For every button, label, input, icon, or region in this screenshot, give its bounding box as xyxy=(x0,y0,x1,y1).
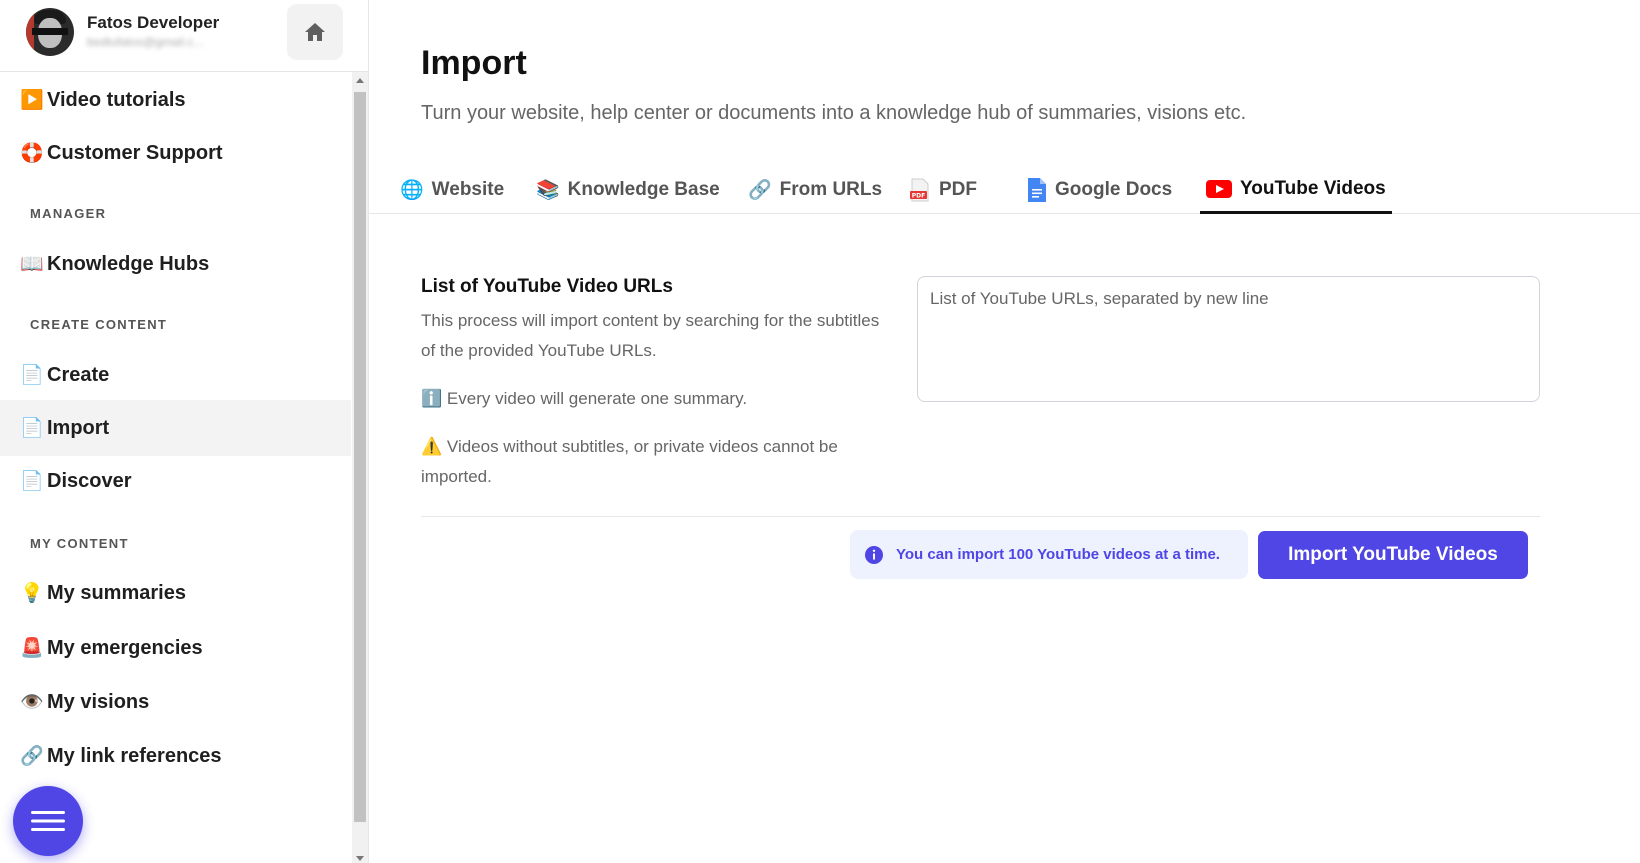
lightbulb-icon: 💡 xyxy=(20,583,44,604)
avatar[interactable] xyxy=(26,8,74,56)
sidebar-item-my-emergencies[interactable]: 🚨 My emergencies xyxy=(0,620,351,676)
sidebar-item-discover[interactable]: 📄 Discover xyxy=(0,453,351,509)
youtube-urls-input[interactable] xyxy=(917,276,1540,402)
user-email: bedtufatos@gmail.c... xyxy=(87,35,204,49)
tab-youtube-videos[interactable]: YouTube Videos xyxy=(1200,166,1392,214)
sidebar-item-label: My visions xyxy=(47,690,150,713)
divider xyxy=(421,516,1540,517)
tab-google-docs[interactable]: Google Docs xyxy=(1027,166,1172,214)
svg-text:PDF: PDF xyxy=(912,193,925,200)
sidebar-item-my-summaries[interactable]: 💡 My summaries xyxy=(0,565,351,621)
lifebuoy-icon: 🛟 xyxy=(20,143,44,164)
sidebar-item-knowledge-hubs[interactable]: 📖 Knowledge Hubs xyxy=(0,236,351,292)
urls-field-label: List of YouTube Video URLs xyxy=(421,276,673,297)
section-my-content: MY CONTENT xyxy=(30,536,129,551)
tab-website[interactable]: 🌐 Website xyxy=(400,166,504,214)
youtube-icon xyxy=(1206,179,1232,198)
document-icon: 📄 xyxy=(20,365,44,386)
sidebar-item-label: My link references xyxy=(47,744,222,767)
document-icon: 📄 xyxy=(20,418,44,439)
user-name: Fatos Developer xyxy=(87,13,220,32)
google-docs-icon xyxy=(1027,177,1047,203)
sidebar-item-label: Import xyxy=(47,416,110,439)
tab-knowledge-base[interactable]: 📚 Knowledge Base xyxy=(536,166,720,214)
menu-button[interactable] xyxy=(13,786,83,856)
sidebar-item-label: Video tutorials xyxy=(47,88,186,111)
tab-label: Website xyxy=(431,179,505,200)
scroll-up-arrow-icon[interactable] xyxy=(356,78,364,83)
scroll-thumb[interactable] xyxy=(354,92,366,822)
sidebar-item-label: Customer Support xyxy=(47,141,223,164)
warning-icon: ⚠️ xyxy=(421,437,443,456)
menu-icon xyxy=(31,811,65,831)
sidebar-item-my-visions[interactable]: 👁️ My visions xyxy=(0,674,351,730)
sidebar-item-create[interactable]: 📄 Create xyxy=(0,347,351,403)
play-icon: ▶️ xyxy=(20,90,44,111)
document-icon: 📄 xyxy=(20,471,44,492)
warning-note-text: Videos without subtitles, or private vid… xyxy=(421,437,838,486)
sidebar-scrollbar[interactable] xyxy=(352,72,368,863)
sidebar-item-my-link-references[interactable]: 🔗 My link references xyxy=(0,728,351,784)
link-icon: 🔗 xyxy=(20,746,44,767)
globe-icon: 🌐 xyxy=(400,180,424,201)
tab-pdf[interactable]: PDF PDF xyxy=(909,166,977,214)
section-create-content: CREATE CONTENT xyxy=(30,317,168,332)
link-icon: 🔗 xyxy=(748,180,772,201)
books-icon: 📚 xyxy=(536,180,560,201)
urls-field-description: This process will import content by sear… xyxy=(421,311,880,360)
eye-icon: 👁️ xyxy=(20,692,44,713)
user-profile[interactable]: Fatos Developer bedtufatos@gmail.c... xyxy=(0,0,369,72)
tab-label: Knowledge Base xyxy=(567,179,720,200)
page-subtitle: Turn your website, help center or docume… xyxy=(421,102,1247,124)
sidebar-item-label: My emergencies xyxy=(47,636,203,659)
sidebar-item-label: Create xyxy=(47,363,110,386)
info-icon xyxy=(865,545,883,564)
page-title: Import xyxy=(421,44,527,82)
tab-label: PDF xyxy=(939,179,977,200)
tab-label: Google Docs xyxy=(1055,179,1173,200)
import-limit-text: You can import 100 YouTube videos at a t… xyxy=(896,546,1220,563)
scroll-down-arrow-icon[interactable] xyxy=(356,856,364,861)
warning-note: ⚠️ Videos without subtitles, or private … xyxy=(421,432,881,492)
sidebar-item-label: Discover xyxy=(47,469,132,492)
tab-from-urls[interactable]: 🔗 From URLs xyxy=(748,166,882,214)
tab-label: From URLs xyxy=(779,179,883,200)
sidebar-item-label: Knowledge Hubs xyxy=(47,252,210,275)
info-note-text: Every video will generate one summary. xyxy=(446,389,748,408)
section-manager: MANAGER xyxy=(30,206,107,221)
info-note: ℹ️ Every video will generate one summary… xyxy=(421,384,881,414)
sidebar-item-import[interactable]: 📄 Import xyxy=(0,400,351,456)
sidebar-nav: ▶️ Video tutorials 🛟 Customer Support MA… xyxy=(0,72,351,863)
sidebar-item-video-tutorials[interactable]: ▶️ Video tutorials xyxy=(0,72,351,128)
info-icon: ℹ️ xyxy=(421,389,443,408)
book-icon: 📖 xyxy=(20,254,44,275)
main-content: Import Turn your website, help center or… xyxy=(369,0,1640,863)
home-button[interactable] xyxy=(287,4,343,60)
siren-icon: 🚨 xyxy=(20,638,44,659)
sidebar-item-customer-support[interactable]: 🛟 Customer Support xyxy=(0,125,351,181)
import-limit-info: You can import 100 YouTube videos at a t… xyxy=(850,530,1248,579)
sidebar: Fatos Developer bedtufatos@gmail.c... ▶️… xyxy=(0,0,369,863)
import-tabs: 🌐 Website 📚 Knowledge Base 🔗 From URLs P… xyxy=(369,166,1640,214)
home-icon xyxy=(305,23,325,41)
pdf-icon: PDF xyxy=(909,178,931,202)
tab-label: YouTube Videos xyxy=(1240,177,1386,199)
import-youtube-videos-button[interactable]: Import YouTube Videos xyxy=(1258,531,1528,579)
sidebar-item-label: My summaries xyxy=(47,581,186,604)
